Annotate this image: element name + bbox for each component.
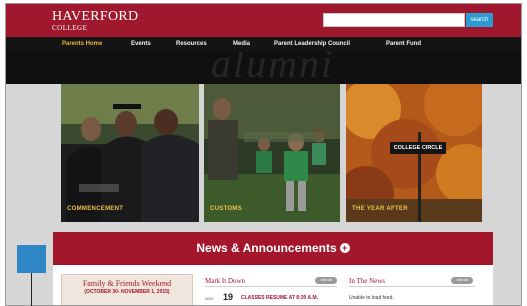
news-feed-status: Unable to load feed. <box>349 295 394 301</box>
in-the-news-title[interactable]: In The News <box>349 277 385 285</box>
search-button[interactable]: search <box>466 13 493 27</box>
nav-item-events[interactable]: Events <box>131 41 151 47</box>
card-label-customs: CUSTOMS <box>210 206 242 212</box>
mark-it-down-title[interactable]: Mark It Down <box>205 277 245 285</box>
logo-wordmark: HAVERFORD <box>52 9 139 24</box>
family-friends-weekend-banner[interactable]: Family & Friends Weekend (OCTOBER 30- NO… <box>61 274 193 305</box>
hero-banner: alumni <box>6 52 521 84</box>
card-commencement[interactable]: COMMENCEMENT <box>61 84 199 222</box>
nav-item-resources[interactable]: Resources <box>176 41 207 47</box>
promo-dates: (OCTOBER 30- NOVEMBER 1, 2015) <box>84 289 170 295</box>
nav-item-media[interactable]: Media <box>233 41 250 47</box>
card-customs[interactable]: CUSTOMS <box>204 84 340 222</box>
card-the-year-after[interactable]: COLLEGE CIRCLE THE YEAR AFTER <box>346 84 482 222</box>
news-announcements-title: News & Announcements + <box>53 241 493 255</box>
events-divider <box>205 286 337 287</box>
college-circle-sign: COLLEGE CIRCLE <box>393 145 443 151</box>
the-year-after-photo <box>346 84 482 222</box>
nav-item-parents-home[interactable]: Parents Home <box>62 41 102 47</box>
customs-photo <box>204 84 340 222</box>
event-day: 19 <box>223 292 234 302</box>
news-divider <box>349 286 475 287</box>
events-view-all-button[interactable]: view all <box>315 277 337 284</box>
content-area: Family & Friends Weekend (OCTOBER 30- NO… <box>53 265 493 305</box>
callout-marker <box>17 245 46 273</box>
nav-item-parent-fund[interactable]: Parent Fund <box>386 41 421 47</box>
event-month: NOV <box>205 296 214 301</box>
promo-title: Family & Friends Weekend <box>82 279 172 288</box>
commencement-photo <box>61 84 199 222</box>
news-view-all-button[interactable]: view all <box>451 277 473 284</box>
news-announcements-banner[interactable]: News & Announcements + <box>53 232 493 265</box>
site-header: HAVERFORD COLLEGE search <box>6 4 521 37</box>
hero-watermark: alumni <box>211 52 335 84</box>
card-label-the-year-after: THE YEAR AFTER <box>352 206 408 212</box>
search-input[interactable] <box>323 13 465 27</box>
card-label-commencement: COMMENCEMENT <box>67 206 124 212</box>
news-title-text: News & Announcements <box>196 241 337 255</box>
event-item[interactable]: CLASSES RESUME AT 8:30 A.M. <box>241 295 318 301</box>
main-nav: Parents Home Events Resources Media Pare… <box>6 37 521 52</box>
nav-item-parent-leadership-council[interactable]: Parent Leadership Council <box>274 41 350 47</box>
plus-circle-icon[interactable]: + <box>339 243 350 253</box>
haverford-logo[interactable]: HAVERFORD COLLEGE <box>52 9 139 33</box>
browser-viewport: HAVERFORD COLLEGE search Parents Home Ev… <box>5 3 522 306</box>
callout-leader-line <box>31 273 32 306</box>
logo-subtitle: COLLEGE <box>52 24 88 32</box>
